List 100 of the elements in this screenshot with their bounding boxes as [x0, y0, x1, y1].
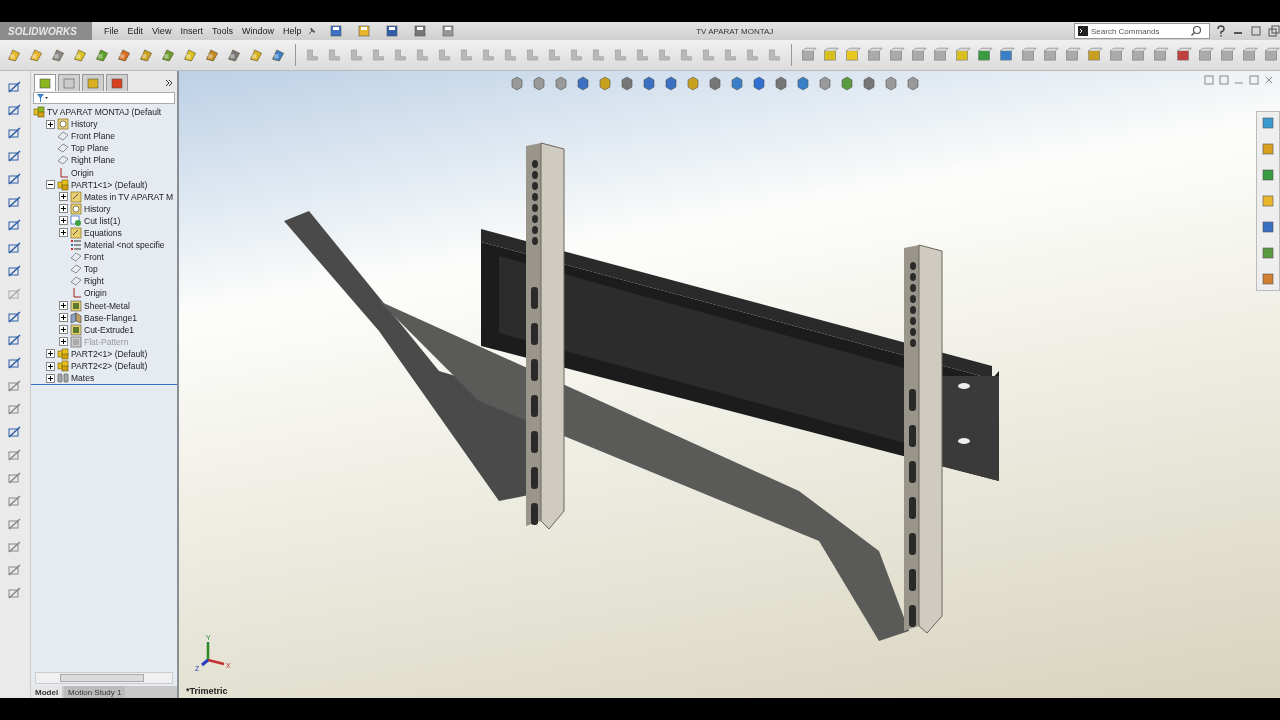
maximize-icon[interactable]	[1249, 75, 1259, 85]
tree-item[interactable]: PART1<1> (Default)	[71, 179, 148, 190]
task-pane-tab[interactable]	[1261, 142, 1275, 156]
tree-item[interactable]: Equations	[84, 228, 122, 238]
expand-toggle[interactable]	[46, 373, 55, 383]
view-tool-icon[interactable]	[839, 75, 855, 91]
view-tool-icon[interactable]	[553, 75, 569, 91]
task-pane-tab[interactable]	[1261, 194, 1275, 208]
tree-item[interactable]: Cut list(1)	[84, 215, 121, 226]
tree-item[interactable]: Right	[84, 276, 104, 287]
view-tool-icon[interactable]	[905, 75, 921, 91]
task-pane-tab[interactable]	[1261, 116, 1275, 130]
quick-access-icon[interactable]	[385, 24, 400, 38]
tree-item[interactable]: Cut-Extrude1	[84, 324, 135, 335]
view-tool-icon[interactable]	[751, 75, 767, 91]
menu-item[interactable]: Window	[241, 26, 274, 36]
tree-item[interactable]: Top Plane	[71, 143, 109, 154]
tree-item[interactable]: Top	[84, 264, 98, 275]
bottom-tab[interactable]: Motion Study 1	[64, 686, 126, 698]
sketch-tool-icon[interactable]	[7, 240, 23, 256]
filter-field[interactable]	[33, 92, 175, 104]
tree-item[interactable]: Front	[84, 252, 104, 263]
help-icon[interactable]	[1216, 25, 1226, 37]
tree-item[interactable]: Mates in TV APARAT M	[84, 191, 174, 202]
task-pane-tab[interactable]	[1261, 246, 1275, 260]
view-tool-icon[interactable]	[773, 75, 789, 91]
panel-tab[interactable]	[82, 74, 104, 91]
menu-item[interactable]: Edit	[127, 26, 144, 36]
quick-access-icon[interactable]	[413, 24, 428, 38]
tree-item[interactable]: Sheet-Metal	[84, 300, 130, 311]
view-tool-icon[interactable]	[729, 75, 745, 91]
task-pane-tab[interactable]	[1261, 272, 1275, 286]
expand-toggle[interactable]	[59, 216, 68, 226]
tree-item[interactable]: Base-Flange1	[84, 312, 137, 323]
filter-icon[interactable]	[36, 93, 48, 103]
tree-item[interactable]: PART2<2> (Default)	[71, 361, 148, 371]
view-tool-icon[interactable]	[685, 75, 701, 91]
expand-toggle[interactable]	[59, 228, 68, 238]
restore-icon[interactable]	[1268, 25, 1280, 37]
tree-item[interactable]: TV APARAT MONTAJ (Default	[47, 107, 162, 118]
sketch-tool-icon[interactable]	[7, 79, 23, 95]
expand-toggle[interactable]	[59, 204, 68, 214]
task-pane-tab[interactable]	[1261, 220, 1275, 234]
sketch-tool-icon[interactable]	[7, 148, 23, 164]
sketch-tool-icon[interactable]	[7, 447, 23, 463]
expand-toggle[interactable]	[46, 180, 55, 190]
sketch-tool-icon[interactable]	[7, 194, 23, 210]
sketch-tool-icon[interactable]	[7, 217, 23, 233]
expand-toggle[interactable]	[59, 313, 68, 323]
view-tool-icon[interactable]	[883, 75, 899, 91]
tree-item[interactable]: PART2<1> (Default)	[71, 348, 148, 359]
tree-item[interactable]: Right Plane	[71, 155, 115, 166]
maximize-icon[interactable]	[1250, 25, 1262, 37]
horizontal-scrollbar[interactable]	[35, 672, 173, 684]
sketch-tool-icon[interactable]	[7, 125, 23, 141]
panel-tab[interactable]	[34, 74, 56, 91]
sketch-tool-icon[interactable]	[7, 424, 23, 440]
sketch-tool-icon[interactable]	[7, 332, 23, 348]
menu-item[interactable]: File	[104, 26, 119, 36]
tree-item[interactable]: Origin	[84, 288, 107, 299]
task-pane-tab[interactable]	[1261, 168, 1275, 182]
sketch-tool-icon[interactable]	[7, 539, 23, 555]
menu-item[interactable]: Tools	[211, 26, 233, 36]
expand-chevron-icon[interactable]	[164, 77, 174, 88]
view-tool-icon[interactable]	[707, 75, 723, 91]
search-bar[interactable]: Search Commands	[1074, 23, 1210, 39]
search-icon[interactable]	[1190, 25, 1202, 37]
menu-item[interactable]: View	[152, 26, 172, 36]
sketch-tool-icon[interactable]	[7, 493, 23, 509]
view-tool-icon[interactable]	[641, 75, 657, 91]
expand-toggle[interactable]	[59, 325, 68, 335]
quick-access-icon[interactable]	[329, 24, 344, 38]
pin-icon[interactable]	[307, 26, 318, 36]
view-tool-icon[interactable]	[663, 75, 679, 91]
view-tool-icon[interactable]	[817, 75, 833, 91]
panel-tab[interactable]	[58, 74, 80, 91]
search-field[interactable]: Search Commands	[1091, 26, 1187, 36]
expand-toggle[interactable]	[46, 119, 55, 129]
view-tool-icon[interactable]	[619, 75, 635, 91]
sketch-tool-icon[interactable]	[7, 263, 23, 279]
menu-item[interactable]: Help	[282, 26, 302, 36]
close-icon[interactable]	[1264, 75, 1274, 85]
expand-toggle[interactable]	[59, 337, 68, 347]
sketch-tool-icon[interactable]	[7, 516, 23, 532]
expand-toggle[interactable]	[59, 301, 68, 311]
view-tool-icon[interactable]	[795, 75, 811, 91]
quick-access-icon[interactable]	[441, 24, 456, 38]
view-tool-icon[interactable]	[861, 75, 877, 91]
sketch-tool-icon[interactable]	[7, 401, 23, 417]
tree-item[interactable]: Mates	[71, 373, 95, 384]
tree-item[interactable]: History	[84, 203, 111, 214]
expand-toggle[interactable]	[46, 361, 55, 371]
view-tool-icon[interactable]	[597, 75, 613, 91]
sketch-tool-icon[interactable]	[7, 470, 23, 486]
sketch-tool-icon[interactable]	[7, 309, 23, 325]
panel-tab[interactable]	[106, 74, 128, 91]
tree-item[interactable]: Front Plane	[71, 131, 115, 142]
sketch-tool-icon[interactable]	[7, 585, 23, 601]
bottom-tab[interactable]: Model	[31, 686, 63, 698]
sketch-tool-icon[interactable]	[7, 562, 23, 578]
